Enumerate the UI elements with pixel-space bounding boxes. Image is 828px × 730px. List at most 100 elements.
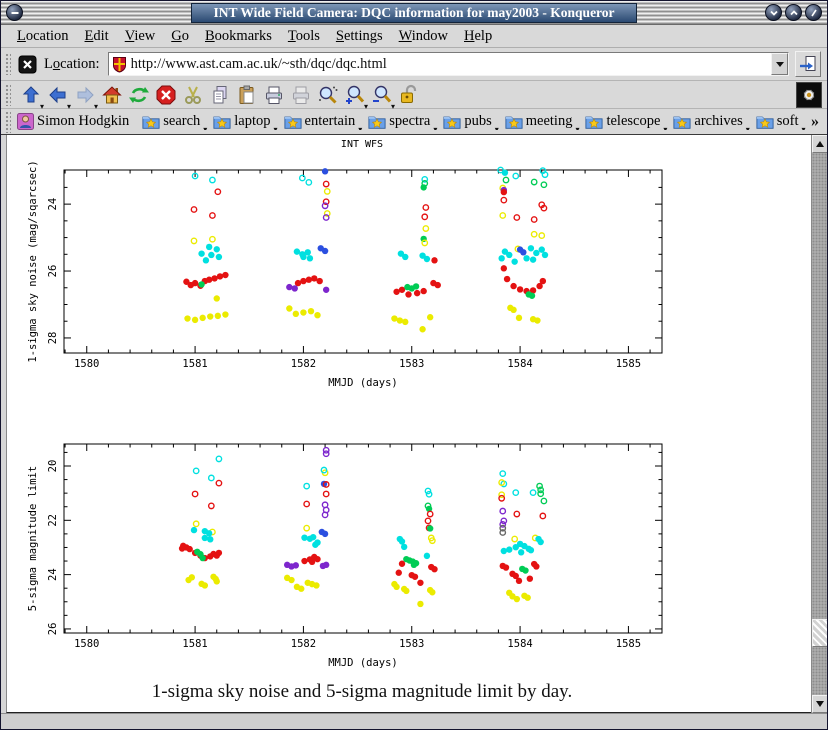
bookmark-dropdown-caret[interactable]: ▾ — [203, 125, 207, 130]
bookmark-entertain[interactable]: entertain▾ — [284, 113, 356, 130]
svg-text:20: 20 — [47, 460, 59, 473]
url-text[interactable]: http://www.ast.cam.ac.uk/~sth/dqc/dqc.ht… — [131, 56, 771, 73]
copy-icon — [209, 84, 231, 106]
toolbar-grip[interactable] — [5, 53, 11, 75]
bookmark-pubs[interactable]: pubs▾ — [443, 113, 491, 130]
bookmark-spectra[interactable]: spectra▾ — [368, 113, 430, 130]
find-button[interactable] — [314, 82, 341, 108]
bookmark-label: archives — [694, 113, 742, 130]
bookmark-dropdown-caret[interactable]: ▾ — [274, 125, 278, 130]
scrollbar-thumb[interactable] — [812, 619, 828, 647]
bookmark-overflow-chevron[interactable]: » — [811, 113, 819, 131]
bookmark-folder-icon — [284, 114, 302, 130]
go-icon — [798, 54, 818, 74]
bookmark-label: Simon Hodgkin — [37, 113, 129, 130]
scissors-icon — [182, 84, 204, 106]
zoom-out-button[interactable] — [368, 82, 395, 108]
paste-button[interactable] — [233, 82, 260, 108]
clear-location-button[interactable] — [17, 54, 38, 75]
forward-button[interactable] — [71, 82, 98, 108]
up-arrow-icon — [20, 84, 42, 106]
copy-button[interactable] — [206, 82, 233, 108]
menu-bookmarks[interactable]: Bookmarks — [197, 27, 280, 46]
svg-text:1583: 1583 — [399, 358, 424, 370]
menu-go[interactable]: Go — [163, 27, 197, 46]
home-button[interactable] — [98, 82, 125, 108]
favicon-shield-icon — [112, 56, 127, 73]
svg-text:1585: 1585 — [616, 638, 641, 650]
bookmark-dropdown-caret[interactable]: ▾ — [495, 125, 499, 130]
stop-button[interactable] — [152, 82, 179, 108]
user-icon — [17, 113, 34, 130]
location-toolbar: Location: http://www.ast.cam.ac.uk/~sth/… — [1, 48, 827, 81]
figure-caption: 1-sigma sky noise and 5-sigma magnitude … — [7, 681, 717, 703]
bookmark-archives[interactable]: archives▾ — [673, 113, 742, 130]
bookmark-soft[interactable]: soft▾ — [756, 113, 799, 130]
bookmark-label: search — [163, 113, 200, 130]
toolbar-grip[interactable] — [5, 111, 11, 133]
dropdown-arrow-icon — [776, 62, 784, 67]
bookmark-dropdown-caret[interactable]: ▾ — [663, 125, 667, 130]
back-button[interactable] — [44, 82, 71, 108]
security-button[interactable] — [395, 82, 422, 108]
page-heading: INT WFS — [7, 139, 717, 150]
maximize-button[interactable] — [785, 4, 802, 21]
print-frame-icon — [290, 84, 312, 106]
window-title: INT Wide Field Camera: DQC information f… — [191, 3, 637, 23]
bookmark-telescope[interactable]: telescope▾ — [585, 113, 660, 130]
bookmark-dropdown-caret[interactable]: ▾ — [746, 125, 750, 130]
minimize-button[interactable] — [765, 4, 782, 21]
zoom-in-button[interactable] — [341, 82, 368, 108]
reload-button[interactable] — [125, 82, 152, 108]
menu-window[interactable]: Window — [391, 27, 456, 46]
lock-open-icon — [398, 84, 420, 106]
bookmark-label: pubs — [464, 113, 491, 130]
zoom-out-icon — [371, 84, 393, 106]
bookmark-folder-icon — [673, 114, 691, 130]
svg-text:24: 24 — [47, 198, 59, 211]
bookmark-search[interactable]: search▾ — [142, 113, 200, 130]
scrollbar-groove[interactable] — [812, 153, 828, 619]
forward-arrow-icon — [74, 84, 96, 106]
menu-tools[interactable]: Tools — [280, 27, 328, 46]
window-menu-button[interactable] — [6, 4, 23, 21]
slash-icon — [809, 8, 819, 18]
menu-settings[interactable]: Settings — [328, 27, 391, 46]
back-arrow-icon — [47, 84, 69, 106]
scroll-up-button[interactable] — [812, 135, 828, 153]
url-combobox[interactable]: http://www.ast.cam.ac.uk/~sth/dqc/dqc.ht… — [108, 52, 789, 76]
svg-text:1582: 1582 — [291, 358, 316, 370]
bookmark-dropdown-caret[interactable]: ▾ — [433, 125, 437, 130]
menu-location[interactable]: Location — [9, 27, 77, 46]
up-button[interactable] — [17, 82, 44, 108]
konqueror-logo-button[interactable] — [796, 82, 822, 108]
go-button[interactable] — [795, 51, 821, 77]
svg-text:MMJD (days): MMJD (days) — [328, 657, 398, 669]
bookmark-simon-hodgkin[interactable]: Simon Hodgkin — [17, 113, 129, 130]
bookmark-folder-icon — [368, 114, 386, 130]
print-frame-button[interactable] — [287, 82, 314, 108]
cut-button[interactable] — [179, 82, 206, 108]
vertical-scrollbar[interactable] — [811, 135, 828, 713]
menu-help[interactable]: Help — [456, 27, 500, 46]
bookmark-dropdown-caret[interactable]: ▾ — [358, 125, 362, 130]
menu-view[interactable]: View — [117, 27, 164, 46]
svg-text:26: 26 — [47, 623, 59, 636]
print-button[interactable] — [260, 82, 287, 108]
window-titlebar[interactable]: INT Wide Field Camera: DQC information f… — [1, 1, 827, 25]
scroll-down-icon — [816, 701, 824, 707]
svg-text:1581: 1581 — [182, 358, 207, 370]
menu-edit[interactable]: Edit — [77, 27, 117, 46]
scroll-down-button[interactable] — [812, 695, 828, 713]
toolbar-grip[interactable] — [5, 84, 11, 106]
bookmark-meeting[interactable]: meeting▾ — [505, 113, 573, 130]
url-dropdown-button[interactable] — [771, 53, 788, 75]
scrollbar-groove[interactable] — [812, 647, 828, 695]
close-button[interactable] — [805, 4, 822, 21]
bookmark-dropdown-caret[interactable]: ▾ — [801, 125, 805, 130]
bookmark-laptop[interactable]: laptop▾ — [213, 113, 270, 130]
svg-text:24: 24 — [47, 568, 59, 581]
bookmark-dropdown-caret[interactable]: ▾ — [575, 125, 579, 130]
svg-text:1585: 1585 — [616, 358, 641, 370]
svg-text:1580: 1580 — [74, 638, 99, 650]
